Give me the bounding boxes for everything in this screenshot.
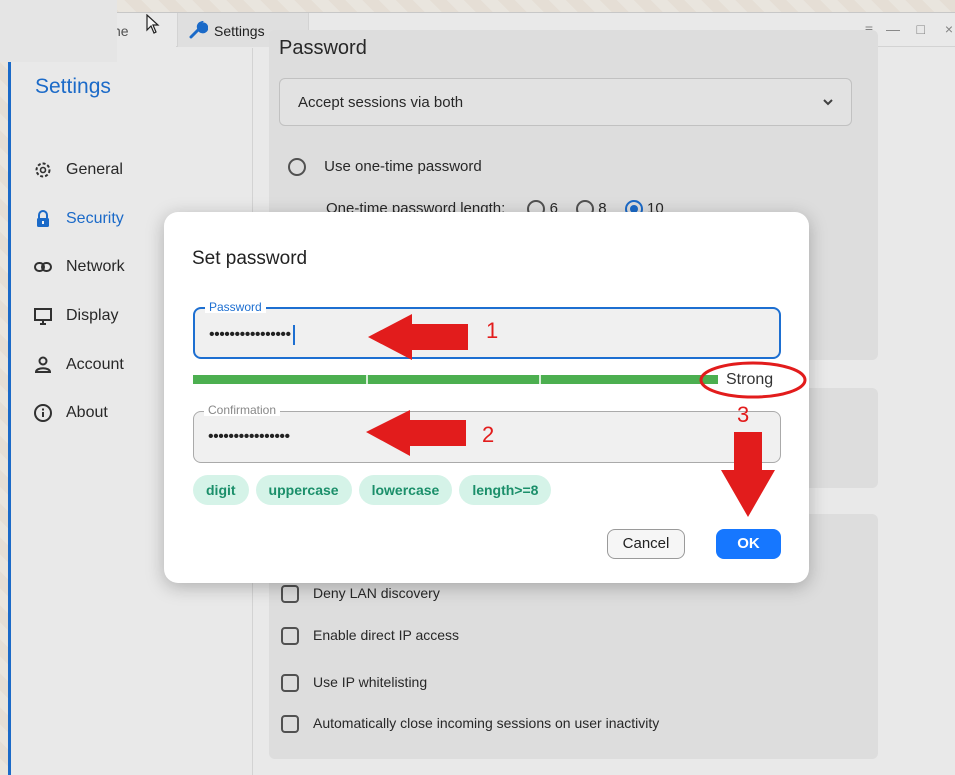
annotation-step-1: 1 xyxy=(486,318,499,343)
dialog-title: Set password xyxy=(192,248,308,269)
requirement-chip: lowercase xyxy=(358,475,453,505)
annotation-step-3: 3 xyxy=(737,402,750,427)
password-requirements: digit uppercase lowercase length>=8 xyxy=(193,475,558,507)
strength-indicator xyxy=(709,375,718,384)
password-value: •••••••••••••••• xyxy=(209,326,291,344)
password-field-legend: Password xyxy=(205,301,266,313)
annotation-step-2: 2 xyxy=(482,422,495,447)
set-password-dialog: Set password Password •••••••••••••••• S… xyxy=(164,212,809,583)
requirement-chip: length>=8 xyxy=(459,475,552,505)
confirmation-value: •••••••••••••••• xyxy=(208,428,290,445)
ok-button[interactable]: OK xyxy=(716,529,781,559)
confirmation-field-legend: Confirmation xyxy=(204,404,281,416)
text-caret xyxy=(292,325,295,345)
requirement-chip: digit xyxy=(193,475,249,505)
strength-label: Strong xyxy=(726,371,774,388)
cancel-button[interactable]: Cancel xyxy=(607,529,685,559)
requirement-chip: uppercase xyxy=(255,475,352,505)
password-strength-bar xyxy=(193,375,713,384)
